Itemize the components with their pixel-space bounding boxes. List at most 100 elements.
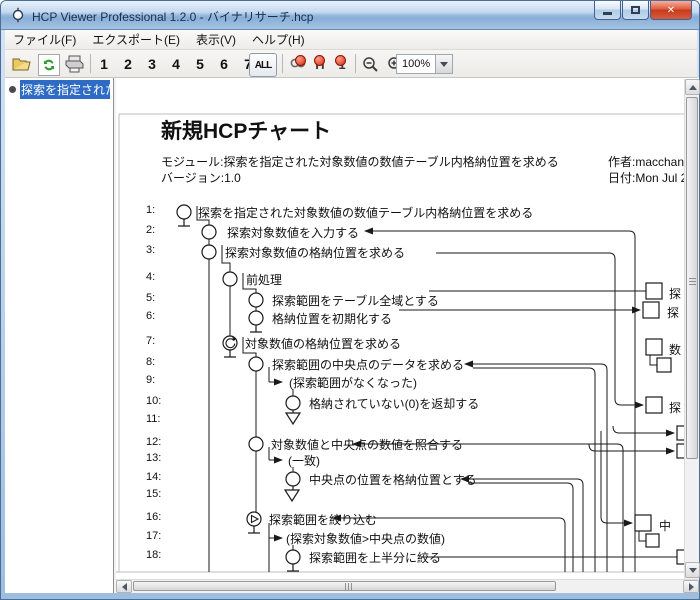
tree-item-module[interactable]: 探索を指定された [9,81,110,98]
chart-row-number: 4: [146,271,155,283]
chart-row-number: 7: [146,335,155,347]
scroll-down-button[interactable] [685,562,700,578]
chart-row-number: 11: [146,413,160,425]
version-line: バージョン:1.0 [161,169,241,186]
page-2-button[interactable]: 2 [117,53,139,75]
refresh-icon [42,58,56,72]
open-folder-icon [12,56,32,72]
chart-row-number: 15: [146,488,161,500]
chart-row-label: 探索範囲の中央点のデータを求める [272,356,464,373]
menu-view[interactable]: 表示(V) [188,29,244,50]
h-check-button[interactable]: H [309,53,331,75]
vertical-scrollbar[interactable] [684,79,699,579]
close-button[interactable]: ✕ [650,1,692,20]
number-check-button[interactable]: 1 [331,53,353,75]
chart-row-label: 探索範囲を絞り込む [269,511,377,528]
all-pages-button[interactable]: ALL [249,53,277,77]
chart-row-label: 探索を指定された対象数値の数値テーブル内格納位置を求める [198,204,533,221]
chart-row-label: 格納位置を初期化する [272,310,392,327]
vertical-scroll-thumb[interactable] [686,97,698,459]
author-line: 作者:macchan [608,153,684,170]
chart-row-number: 8: [146,356,155,368]
menu-help[interactable]: ヘルプ(H) [244,29,313,50]
chart-row-number: 5: [146,292,155,304]
page-4-button[interactable]: 4 [165,53,187,75]
minimize-icon [603,12,612,15]
zoom-level-value: 100% [402,58,430,70]
thumb-grip [689,278,696,285]
data-box-label: 中 [659,517,671,534]
page-3-button[interactable]: 3 [141,53,163,75]
open-file-button[interactable] [11,53,33,75]
scroll-left-button[interactable] [116,580,132,593]
app-icon [10,7,26,23]
chart-row-label: 対象数値の格納位置を求める [245,335,401,352]
data-box-label: 探 [669,285,681,302]
chain-link-icon [290,57,306,72]
minimize-button[interactable] [594,1,621,20]
data-box-label: 数 [669,341,681,358]
chart-title: 新規HCPチャート [161,115,331,145]
scroll-right-button[interactable] [683,580,699,593]
chart-row-label: (探索対象数値>中央点の数値) [286,530,445,547]
chart-row-label: (一致) [288,452,320,469]
chart-row-number: 17: [146,530,161,542]
one-icon: 1 [338,57,345,72]
h-icon: H [315,57,324,72]
chart-row-label: 中央点の位置を格納位置とする [309,471,477,488]
chart-row-number: 10: [146,395,161,407]
client-area: ファイル(F) エクスポート(E) 表示(V) ヘルプ(H) [5,30,697,593]
reload-button[interactable] [38,54,60,76]
alert-badge [314,55,325,66]
page-5-button[interactable]: 5 [189,53,211,75]
zoom-level-combobox[interactable]: 100% [396,54,453,74]
toolbar-separator [90,54,91,73]
arrow-right-icon [689,583,694,591]
chart-row-number: 18: [146,549,161,561]
alert-badge [335,55,346,66]
menu-file[interactable]: ファイル(F) [5,29,84,50]
chart-row-number: 1: [146,204,155,216]
app-window: HCP Viewer Professional 1.2.0 - バイナリサーチ.… [0,0,700,600]
chart-row-number: 14: [146,471,161,483]
zoom-out-button[interactable] [359,53,381,75]
tree-item-label: 探索を指定された [20,80,110,99]
chart-row-number: 2: [146,224,155,236]
chart-row-number: 16: [146,511,161,523]
chart-row-label: 探索対象数値を入力する [227,224,359,241]
print-button[interactable] [64,53,86,75]
printer-icon [65,55,85,73]
chart-row-label: (探索範囲がなくなった) [289,374,417,391]
close-icon: ✕ [667,5,675,16]
page-1-button[interactable]: 1 [93,53,115,75]
combobox-dropdown-button[interactable] [435,55,452,73]
window-title: HCP Viewer Professional 1.2.0 - バイナリサーチ.… [32,8,313,25]
scroll-up-button[interactable] [685,79,700,95]
chart-row-label: 探索範囲を上半分に絞る [309,549,441,566]
horizontal-scroll-thumb[interactable] [133,581,556,591]
date-line: 日付:Mon Jul 2 [608,169,684,186]
link-check-button[interactable] [287,53,309,75]
chart-row-label: 前処理 [246,271,282,288]
chart-row-number: 13: [146,452,161,464]
chart-row-number: 9: [146,374,155,386]
data-box-label: 探 [667,304,679,321]
content-area: 探索を指定された [5,78,697,593]
toolbar-separator [355,54,356,73]
zoom-out-icon [362,56,379,73]
horizontal-scrollbar[interactable] [116,579,699,593]
hcp-chart-canvas[interactable]: 新規HCPチャート モジュール:探索を指定された対象数値の数値テーブル内格納位置… [116,79,684,579]
document-area: 新規HCPチャート モジュール:探索を指定された対象数値の数値テーブル内格納位置… [116,78,699,593]
toolbar-separator [282,54,283,73]
menu-export[interactable]: エクスポート(E) [84,29,188,50]
chart-row-label: 探索対象数値の格納位置を求める [225,244,405,261]
chart-row-number: 12: [146,436,161,448]
alert-badge [295,55,306,66]
data-box-label: 探 [669,399,681,416]
chevron-down-icon [440,62,448,67]
maximize-button[interactable] [622,1,649,20]
chart-row-label: 探索範囲をテーブル全域とする [272,292,439,309]
page-6-button[interactable]: 6 [213,53,235,75]
title-bar[interactable]: HCP Viewer Professional 1.2.0 - バイナリサーチ.… [1,1,699,30]
module-tree-sidebar: 探索を指定された [5,78,114,593]
